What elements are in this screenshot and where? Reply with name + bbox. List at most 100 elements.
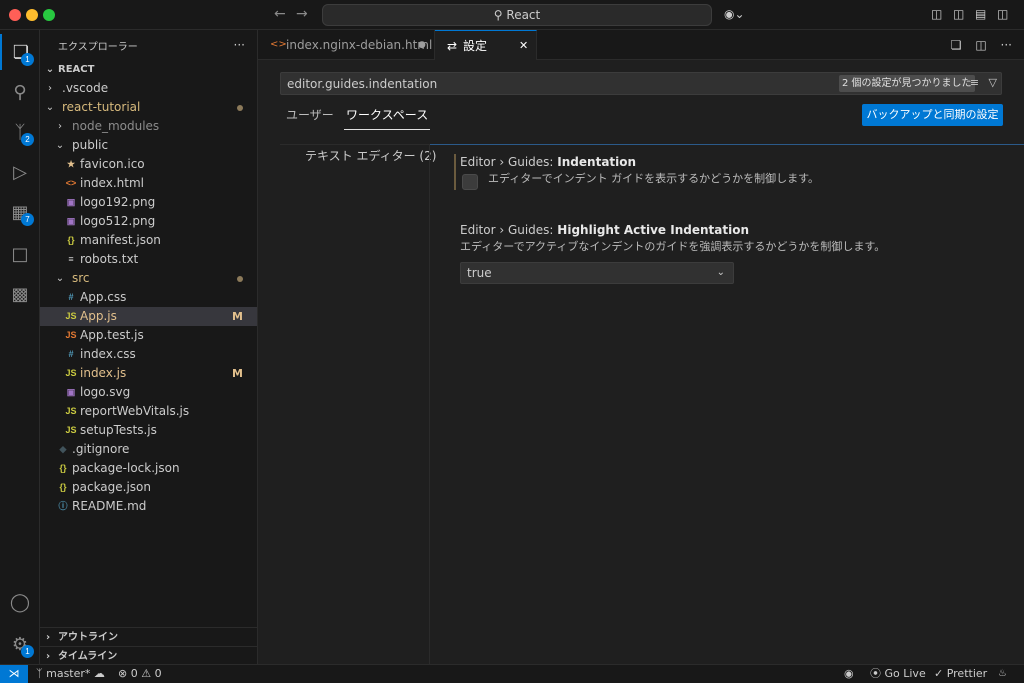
file-item[interactable]: JS index.js M: [40, 364, 257, 383]
problems-status[interactable]: ⊗ 0 ⚠ 0: [118, 665, 162, 683]
file-type-icon: ▣: [66, 387, 76, 397]
tab-user-settings[interactable]: ユーザー: [286, 108, 334, 130]
explorer-icon[interactable]: ❏ 1: [0, 34, 40, 70]
setting-name: Indentation: [557, 155, 637, 169]
file-type-icon: ★: [66, 159, 76, 169]
chevron-down-icon: ⌄: [45, 64, 55, 75]
file-type-icon: ⓘ: [58, 501, 68, 511]
explorer-title: エクスプローラー: [58, 41, 138, 53]
highlight-indentation-select[interactable]: true ⌄: [460, 262, 734, 284]
file-item[interactable]: {} package-lock.json: [40, 459, 257, 478]
bell-icon[interactable]: ♨: [998, 665, 1007, 683]
docker-icon[interactable]: ▩: [0, 276, 40, 312]
more-actions-icon[interactable]: ···: [1001, 38, 1012, 52]
unsaved-dot-icon[interactable]: ●: [418, 30, 426, 60]
open-settings-json-icon[interactable]: ❏: [951, 38, 962, 52]
file-type-icon: JS: [65, 368, 77, 378]
tree-item-label: App.js: [80, 309, 117, 323]
command-center-label: React: [506, 8, 541, 22]
folder-item[interactable]: › .vscode: [40, 79, 257, 98]
tab-settings[interactable]: ⇄ 設定 ✕: [435, 30, 537, 60]
settings-search-input[interactable]: [281, 73, 821, 94]
file-item[interactable]: JS reportWebVitals.js: [40, 402, 257, 421]
chevron-down-icon: ⌄: [55, 140, 65, 151]
copilot-icon[interactable]: ◉⌄: [724, 7, 745, 21]
toggle-secondary-sidebar-icon[interactable]: ◫: [997, 7, 1008, 21]
more-actions-icon[interactable]: ···: [234, 38, 245, 52]
window-maximize-button[interactable]: [43, 9, 55, 21]
go-live-label: Go Live: [884, 667, 926, 680]
file-item[interactable]: ★ favicon.ico: [40, 155, 257, 174]
tab-index-nginx[interactable]: <> index.nginx-debian.html ●: [258, 30, 435, 60]
remote-explorer-icon[interactable]: □: [0, 236, 40, 272]
file-item[interactable]: ≡ robots.txt: [40, 250, 257, 269]
tree-item-label: logo512.png: [80, 214, 156, 228]
file-item[interactable]: ▣ logo192.png: [40, 193, 257, 212]
layout-controls-icon[interactable]: ◫: [931, 7, 942, 21]
tab-workspace-settings[interactable]: ワークスペース: [344, 108, 431, 130]
source-control-icon[interactable]: ᛉ2: [0, 114, 40, 150]
manage-gear-icon[interactable]: ⚙ 1: [0, 626, 40, 662]
tree-item-label: index.css: [80, 347, 136, 361]
tree-item-label: package-lock.json: [72, 461, 180, 475]
accounts-icon[interactable]: ◯: [0, 584, 40, 620]
clear-filter-icon[interactable]: ≡: [970, 76, 979, 89]
file-item[interactable]: {} package.json: [40, 478, 257, 497]
sync-icon: ☁: [93, 667, 105, 680]
file-item[interactable]: {} manifest.json: [40, 231, 257, 250]
tab-label: index.nginx-debian.html: [286, 38, 433, 52]
file-item[interactable]: ▣ logo.svg: [40, 383, 257, 402]
backup-sync-button[interactable]: バックアップと同期の設定: [862, 104, 1003, 126]
extensions-badge: 7: [21, 213, 34, 226]
window-minimize-button[interactable]: [26, 9, 38, 21]
arrow-left-icon[interactable]: ←: [274, 6, 286, 22]
explorer-badge: 1: [21, 53, 34, 66]
go-live-button[interactable]: ⦿ Go Live: [870, 665, 926, 683]
folder-item[interactable]: › node_modules: [40, 117, 257, 136]
timeline-section[interactable]: › タイムライン: [40, 646, 258, 665]
copilot-status-icon[interactable]: ◉: [844, 665, 854, 683]
tree-item-label: node_modules: [72, 119, 160, 133]
tree-item-label: App.css: [80, 290, 127, 304]
file-item[interactable]: JS setupTests.js: [40, 421, 257, 440]
file-item[interactable]: <> index.html: [40, 174, 257, 193]
git-status-badge: M: [232, 367, 243, 380]
extensions-icon[interactable]: ▦ 7: [0, 194, 40, 230]
file-type-icon: ▣: [66, 197, 76, 207]
file-item[interactable]: ⓘ README.md: [40, 497, 257, 516]
editor-tab-bar: <> index.nginx-debian.html ● ⇄ 設定 ✕ ❏ ◫ …: [258, 30, 1024, 60]
folder-item[interactable]: ⌄ public: [40, 136, 257, 155]
toc-text-editor[interactable]: テキスト エディター (2): [305, 147, 436, 164]
toggle-panel-icon[interactable]: ▤: [975, 7, 986, 21]
file-type-icon: {}: [67, 235, 75, 245]
branch-icon: ᛉ: [36, 667, 43, 680]
setting-title: Editor › Guides: Highlight Active Indent…: [460, 223, 749, 237]
remote-indicator-icon[interactable]: ⋊: [0, 665, 28, 683]
prettier-status[interactable]: ✓ Prettier: [934, 665, 987, 683]
modified-dot-icon: [237, 105, 243, 111]
toggle-primary-sidebar-icon[interactable]: ◫: [953, 7, 964, 21]
close-icon[interactable]: ✕: [519, 31, 528, 61]
filter-icon[interactable]: ▽: [989, 76, 997, 89]
file-item[interactable]: ▣ logo512.png: [40, 212, 257, 231]
run-debug-icon[interactable]: ▷: [0, 154, 40, 190]
tab-label: 設定: [463, 39, 488, 53]
search-view-icon[interactable]: ⚲: [0, 74, 40, 110]
file-item[interactable]: JS App.js M: [40, 307, 257, 326]
outline-section[interactable]: › アウトライン: [40, 627, 258, 646]
split-editor-icon[interactable]: ◫: [975, 38, 986, 52]
indentation-checkbox[interactable]: [462, 174, 478, 190]
file-item[interactable]: JS App.test.js: [40, 326, 257, 345]
file-type-icon: JS: [65, 425, 77, 435]
folder-item[interactable]: ⌄ src: [40, 269, 257, 288]
file-item[interactable]: ◆ .gitignore: [40, 440, 257, 459]
arrow-right-icon[interactable]: →: [296, 6, 308, 22]
workspace-root[interactable]: ⌄ REACT: [40, 60, 257, 79]
branch-status[interactable]: ᛉ master* ☁: [36, 665, 105, 683]
modified-dot-icon: [237, 276, 243, 282]
folder-item[interactable]: ⌄ react-tutorial: [40, 98, 257, 117]
file-item[interactable]: # App.css: [40, 288, 257, 307]
file-item[interactable]: # index.css: [40, 345, 257, 364]
command-center[interactable]: ⚲ React: [322, 4, 712, 26]
window-close-button[interactable]: [9, 9, 21, 21]
